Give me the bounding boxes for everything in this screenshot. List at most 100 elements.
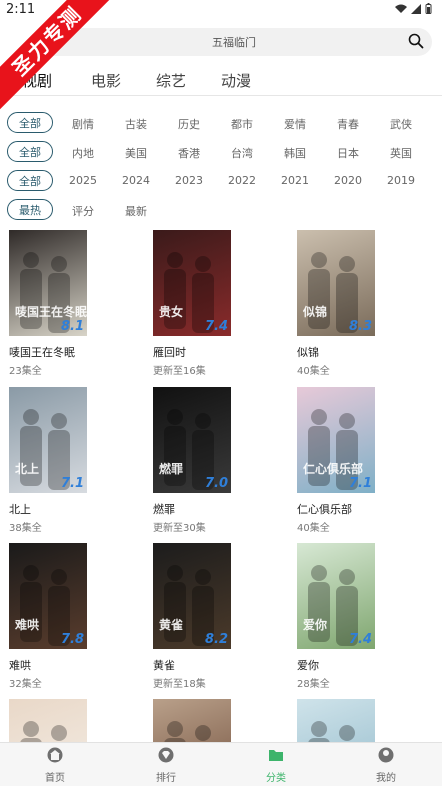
nav-category[interactable]: 分类 xyxy=(246,747,306,784)
filter-option[interactable]: 历史 xyxy=(167,116,211,132)
poster-title-text: 唛国王在冬眠 xyxy=(15,305,87,319)
filter-chip-selected[interactable]: 最热 xyxy=(7,199,53,220)
filter-option[interactable]: 韩国 xyxy=(273,145,317,161)
poster-title-text: 仁心俱乐部 xyxy=(303,462,364,476)
nav-rank-label: 排行 xyxy=(156,773,176,784)
status-icons xyxy=(395,3,432,14)
rating-score: 7.1 xyxy=(60,476,84,491)
nav-profile-label: 我的 xyxy=(376,773,396,784)
filter-option[interactable]: 2024 xyxy=(114,174,158,187)
filter-chip-selected[interactable]: 全部 xyxy=(7,141,53,162)
rating-score: 7.1 xyxy=(348,476,372,491)
poster-title-text: 似锦 xyxy=(303,305,328,319)
search-icon[interactable] xyxy=(408,33,424,49)
item-episodes: 32集全 xyxy=(9,679,42,690)
filter-chip-selected[interactable]: 全部 xyxy=(7,170,53,191)
filter-option[interactable]: 2023 xyxy=(167,174,211,187)
item-episodes: 38集全 xyxy=(9,523,42,534)
item-title[interactable]: 燃罪 xyxy=(153,501,175,517)
folder-icon xyxy=(269,750,283,761)
nav-home[interactable]: 首页 xyxy=(25,747,85,784)
filter-option[interactable]: 爱情 xyxy=(273,116,317,132)
tab-anime[interactable]: 动漫 xyxy=(221,70,251,91)
item-title[interactable]: 爱你 xyxy=(297,657,319,673)
rating-score: 7.4 xyxy=(348,632,372,647)
filter-genre: 全部 剧情 古装 历史 都市 爱情 青春 武侠 xyxy=(0,112,442,134)
rating-score: 8.3 xyxy=(348,319,372,334)
poster-image[interactable]: 北上 7.1 xyxy=(9,387,87,493)
home-icon xyxy=(47,747,63,763)
filter-option[interactable]: 2019 xyxy=(379,174,423,187)
category-tabs: 视剧 电影 综艺 动漫 xyxy=(0,66,442,96)
item-episodes: 更新至18集 xyxy=(153,679,206,690)
nav-rank[interactable]: 排行 xyxy=(136,747,196,784)
filter-option[interactable]: 都市 xyxy=(220,116,264,132)
filter-option[interactable]: 台湾 xyxy=(220,145,264,161)
filter-option[interactable]: 武侠 xyxy=(379,116,423,132)
item-title[interactable]: 唛国王在冬眠 xyxy=(9,344,75,360)
status-time: 2:11 xyxy=(6,2,36,17)
rating-score: 7.4 xyxy=(204,319,228,334)
signal-icon xyxy=(411,3,421,14)
filter-option[interactable]: 香港 xyxy=(167,145,211,161)
profile-icon xyxy=(378,747,394,763)
search-bar[interactable]: 五福临门 xyxy=(36,28,432,56)
item-title[interactable]: 北上 xyxy=(9,501,31,517)
filter-option[interactable]: 美国 xyxy=(114,145,158,161)
filter-option[interactable]: 2020 xyxy=(326,174,370,187)
poster-image[interactable]: 贵女 7.4 xyxy=(153,230,231,336)
rating-score: 7.0 xyxy=(204,476,228,491)
item-title[interactable]: 难哄 xyxy=(9,657,31,673)
tab-movie[interactable]: 电影 xyxy=(91,70,121,91)
nav-home-label: 首页 xyxy=(45,773,65,784)
item-episodes: 更新至30集 xyxy=(153,523,206,534)
filter-option[interactable]: 青春 xyxy=(326,116,370,132)
filter-option[interactable]: 评分 xyxy=(61,203,105,219)
poster-title-text: 北上 xyxy=(15,462,40,476)
filter-option[interactable]: 2022 xyxy=(220,174,264,187)
filter-option[interactable]: 2025 xyxy=(61,174,105,187)
poster-title-text: 燃罪 xyxy=(159,462,184,476)
filter-option[interactable]: 最新 xyxy=(114,203,158,219)
filter-option[interactable]: 内地 xyxy=(61,145,105,161)
item-episodes: 23集全 xyxy=(9,366,42,377)
rating-score: 8.1 xyxy=(60,319,84,334)
item-episodes: 40集全 xyxy=(297,366,330,377)
item-episodes: 40集全 xyxy=(297,523,330,534)
poster-title-text: 黄雀 xyxy=(159,618,184,632)
rank-icon xyxy=(158,747,174,763)
item-title[interactable]: 仁心俱乐部 xyxy=(297,501,352,517)
poster-image[interactable]: 唛国王在冬眠 8.1 xyxy=(9,230,87,336)
filter-option[interactable]: 英国 xyxy=(379,145,423,161)
poster-image[interactable]: 似锦 8.3 xyxy=(297,230,375,336)
nav-profile[interactable]: 我的 xyxy=(356,747,416,784)
item-episodes: 更新至16集 xyxy=(153,366,206,377)
filter-region: 全部 内地 美国 香港 台湾 韩国 日本 英国 xyxy=(0,141,442,163)
poster-image[interactable]: 仁心俱乐部 7.1 xyxy=(297,387,375,493)
battery-icon xyxy=(425,3,432,14)
item-episodes: 28集全 xyxy=(297,679,330,690)
filter-year: 全部 2025 2024 2023 2022 2021 2020 2019 xyxy=(0,170,442,192)
poster-image[interactable]: 爱你 7.4 xyxy=(297,543,375,649)
bottom-nav: 首页 排行 分类 我的 xyxy=(0,742,442,786)
item-title[interactable]: 黄雀 xyxy=(153,657,175,673)
poster-image[interactable]: 燃罪 7.0 xyxy=(153,387,231,493)
filter-option[interactable]: 古装 xyxy=(114,116,158,132)
item-title[interactable]: 似锦 xyxy=(297,344,319,360)
poster-image[interactable]: 难哄 7.8 xyxy=(9,543,87,649)
tab-variety[interactable]: 综艺 xyxy=(156,70,186,91)
poster-title-text: 爱你 xyxy=(303,618,328,632)
filter-sort: 最热 评分 最新 xyxy=(0,199,442,221)
search-text: 五福临门 xyxy=(212,36,256,49)
filter-option[interactable]: 剧情 xyxy=(61,116,105,132)
poster-image[interactable]: 黄雀 8.2 xyxy=(153,543,231,649)
filter-option[interactable]: 日本 xyxy=(326,145,370,161)
poster-title-text: 难哄 xyxy=(15,618,40,632)
wifi-icon xyxy=(395,4,407,13)
rating-score: 7.8 xyxy=(60,632,84,647)
item-title[interactable]: 雁回时 xyxy=(153,344,186,360)
poster-title-text: 贵女 xyxy=(159,305,184,319)
nav-category-label: 分类 xyxy=(266,773,286,784)
filter-option[interactable]: 2021 xyxy=(273,174,317,187)
filter-chip-selected[interactable]: 全部 xyxy=(7,112,53,133)
